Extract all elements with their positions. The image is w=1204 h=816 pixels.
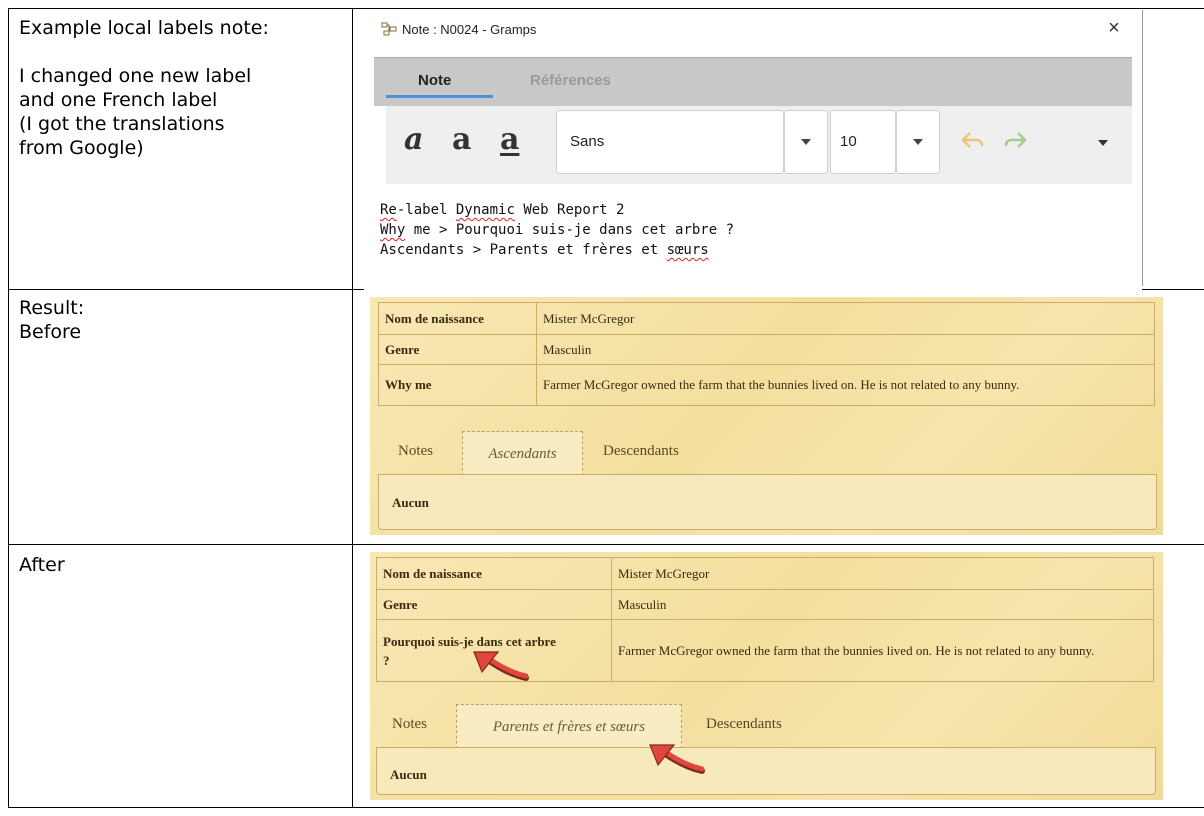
before-result-panel: Nom de naissance Mister McGregor Genre M…: [370, 297, 1163, 535]
value-cell: Farmer McGregor owned the farm that the …: [611, 619, 1154, 682]
table-border-top: [8, 8, 1204, 9]
row2-line: Before: [19, 321, 82, 343]
tab-descendants[interactable]: Descendants: [706, 716, 782, 733]
text-segment: me > Pourquoi suis-je dans cet arbre ?: [405, 222, 735, 238]
table-border-bottom: [8, 807, 1204, 808]
annotation-arrow-icon: [649, 744, 705, 774]
tab-content-box: Aucun: [378, 474, 1157, 530]
misspelled-word: Re: [380, 202, 397, 218]
font-family-field[interactable]: Sans: [556, 110, 784, 174]
row1-line: and one French label: [19, 89, 218, 111]
label-cell: Why me: [378, 364, 537, 406]
table-border-mid: [352, 8, 353, 808]
tab-note[interactable]: Note: [418, 72, 451, 89]
row1-line: [19, 40, 269, 64]
tab-notes[interactable]: Notes: [398, 443, 433, 460]
font-family-dropdown-button[interactable]: [784, 110, 828, 174]
format-toolbar: a a a Sans 10: [386, 106, 1132, 184]
label-cell: Nom de naissance: [378, 302, 537, 335]
before-info-table: Nom de naissance Mister McGregor Genre M…: [378, 302, 1155, 406]
text-segment: -label: [396, 202, 456, 218]
note-tabbar: Note Références: [374, 57, 1132, 106]
value-cell: Farmer McGregor owned the farm that the …: [536, 364, 1155, 406]
table-row: Why me Farmer McGregor owned the farm th…: [378, 364, 1155, 406]
italic-button[interactable]: a: [404, 122, 423, 157]
row1-line: I changed one new label: [19, 65, 252, 87]
font-family-value: Sans: [570, 133, 605, 150]
tab-content-text: Aucun: [392, 495, 429, 510]
text-segment: Ascendants > Parents et frères et: [380, 242, 667, 258]
label-cell: Genre: [378, 334, 537, 365]
value-cell: Mister McGregor: [536, 302, 1155, 335]
misspelled-word: Dynamic: [455, 202, 515, 218]
table-border-left: [8, 8, 9, 808]
row1-line: Example local labels note:: [19, 17, 269, 39]
table-row: Nom de naissance Mister McGregor: [378, 302, 1155, 335]
annotation-arrow-icon: [473, 651, 529, 681]
redo-icon[interactable]: [1002, 130, 1028, 152]
font-size-dropdown-button[interactable]: [896, 110, 940, 174]
text-segment: Web Report 2: [514, 202, 625, 218]
label-cell: Nom de naissance: [376, 557, 612, 590]
note-text-line: Ascendants > Parents et frères et sœurs: [380, 240, 734, 260]
row2-description: Result: Before: [19, 296, 84, 344]
row1-description: Example local labels note: I changed one…: [19, 16, 269, 160]
note-text-line: Re-label Dynamic Web Report 2: [380, 200, 734, 220]
misspelled-word: sœurs: [666, 242, 709, 258]
underline-button[interactable]: a: [500, 122, 519, 157]
active-tab-underline: [386, 95, 493, 98]
font-size-field[interactable]: 10: [830, 110, 896, 174]
note-text-line: Why me > Pourquoi suis-je dans cet arbre…: [380, 220, 734, 240]
misspelled-word: Why: [380, 222, 406, 238]
bold-button[interactable]: a: [452, 122, 471, 157]
value-cell: Masculin: [536, 334, 1155, 365]
table-border-row2: [8, 544, 1204, 545]
close-icon[interactable]: ×: [1102, 16, 1126, 40]
tab-content-box: Aucun: [376, 747, 1156, 795]
tab-content-text: Aucun: [390, 767, 427, 782]
row3-description: After: [19, 553, 65, 577]
note-text-area[interactable]: Re-label Dynamic Web Report 2 Why me > P…: [380, 200, 734, 260]
label-cell: Genre: [376, 589, 612, 620]
chevron-down-icon: [801, 139, 811, 145]
table-row: Genre Masculin: [378, 334, 1155, 365]
row1-line: (I got the translations: [19, 113, 225, 135]
row2-line: Result:: [19, 297, 85, 319]
row1-line: from Google): [19, 137, 144, 159]
undo-icon[interactable]: [960, 130, 986, 152]
gramps-app-icon: [381, 22, 397, 36]
value-cell: Mister McGregor: [611, 557, 1154, 590]
toolbar-overflow-chevron-icon[interactable]: [1098, 140, 1108, 146]
table-row: Genre Masculin: [376, 589, 1154, 620]
value-cell: Masculin: [611, 589, 1154, 620]
note-editor-window: Note : N0024 - Gramps × Note Références …: [364, 10, 1142, 292]
table-row: Nom de naissance Mister McGregor: [376, 557, 1154, 590]
tab-references[interactable]: Références: [530, 72, 611, 89]
tab-ascendants[interactable]: Ascendants: [462, 431, 583, 476]
window-title: Note : N0024 - Gramps: [402, 22, 537, 37]
tab-descendants[interactable]: Descendants: [603, 443, 679, 460]
tab-notes[interactable]: Notes: [392, 716, 427, 733]
font-size-value: 10: [840, 133, 857, 150]
chevron-down-icon: [913, 139, 923, 145]
row3-line: After: [19, 554, 65, 576]
window-right-edge: [1142, 10, 1143, 286]
